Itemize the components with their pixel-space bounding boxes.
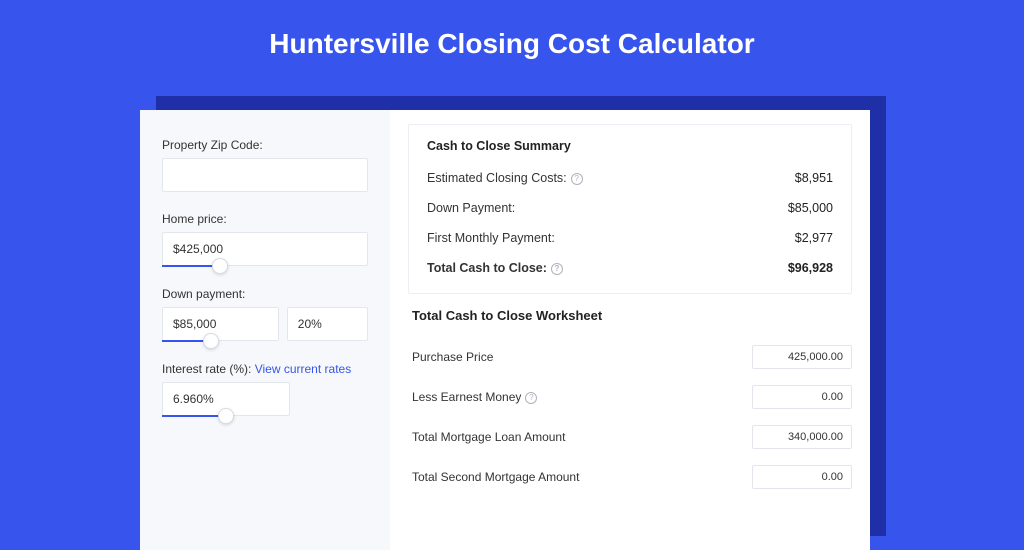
summary-row: Down Payment: $85,000	[427, 195, 833, 225]
worksheet-row-label: Total Second Mortgage Amount	[412, 470, 579, 484]
summary-row: First Monthly Payment: $2,977	[427, 225, 833, 255]
results-panel: Cash to Close Summary Estimated Closing …	[390, 110, 870, 550]
home-price-input[interactable]	[162, 232, 368, 266]
down-payment-slider[interactable]	[162, 340, 290, 342]
calculator-card: Property Zip Code: Home price: Down paym…	[140, 110, 870, 550]
zip-field-group: Property Zip Code:	[162, 138, 368, 192]
rate-label-row: Interest rate (%): View current rates	[162, 362, 368, 376]
home-price-field-group: Home price:	[162, 212, 368, 267]
summary-row: Estimated Closing Costs:? $8,951	[427, 165, 833, 195]
worksheet-row: Purchase Price	[408, 339, 852, 379]
slider-knob[interactable]	[218, 408, 234, 424]
home-price-slider[interactable]	[162, 265, 368, 267]
summary-row-value: $96,928	[788, 261, 833, 275]
help-icon[interactable]: ?	[571, 173, 583, 185]
summary-row-label: Estimated Closing Costs:?	[427, 171, 583, 185]
worksheet-row-input[interactable]	[752, 345, 852, 369]
page-title: Huntersville Closing Cost Calculator	[0, 0, 1024, 82]
zip-label: Property Zip Code:	[162, 138, 368, 152]
worksheet-row: Total Mortgage Loan Amount	[408, 419, 852, 459]
slider-fill	[162, 415, 226, 417]
rate-label: Interest rate (%):	[162, 362, 251, 376]
summary-row-label: Total Cash to Close:?	[427, 261, 563, 275]
worksheet-title: Total Cash to Close Worksheet	[412, 308, 852, 323]
home-price-label: Home price:	[162, 212, 368, 226]
worksheet-row: Total Second Mortgage Amount	[408, 459, 852, 499]
worksheet-row: Less Earnest Money?	[408, 379, 852, 419]
rate-slider[interactable]	[162, 415, 290, 417]
summary-row: Total Cash to Close:? $96,928	[427, 255, 833, 285]
summary-row-label: First Monthly Payment:	[427, 231, 555, 245]
summary-row-label: Down Payment:	[427, 201, 515, 215]
down-payment-input[interactable]	[162, 307, 279, 341]
worksheet-row-label: Purchase Price	[412, 350, 493, 364]
down-payment-pct-input[interactable]	[287, 307, 368, 341]
down-payment-label: Down payment:	[162, 287, 368, 301]
summary-row-value: $8,951	[795, 171, 833, 185]
worksheet-row-label: Less Earnest Money?	[412, 390, 537, 404]
zip-input[interactable]	[162, 158, 368, 192]
help-icon[interactable]: ?	[551, 263, 563, 275]
summary-title: Cash to Close Summary	[427, 139, 833, 153]
slider-knob[interactable]	[203, 333, 219, 349]
worksheet-row-input[interactable]	[752, 465, 852, 489]
summary-row-value: $2,977	[795, 231, 833, 245]
summary-row-value: $85,000	[788, 201, 833, 215]
worksheet-row-label: Total Mortgage Loan Amount	[412, 430, 565, 444]
worksheet-row-input[interactable]	[752, 425, 852, 449]
view-rates-link[interactable]: View current rates	[255, 362, 352, 376]
worksheet-row-input[interactable]	[752, 385, 852, 409]
down-payment-field-group: Down payment:	[162, 287, 368, 342]
help-icon[interactable]: ?	[525, 392, 537, 404]
slider-knob[interactable]	[212, 258, 228, 274]
rate-field-group: Interest rate (%): View current rates	[162, 362, 368, 417]
summary-box: Cash to Close Summary Estimated Closing …	[408, 124, 852, 294]
inputs-panel: Property Zip Code: Home price: Down paym…	[140, 110, 390, 550]
